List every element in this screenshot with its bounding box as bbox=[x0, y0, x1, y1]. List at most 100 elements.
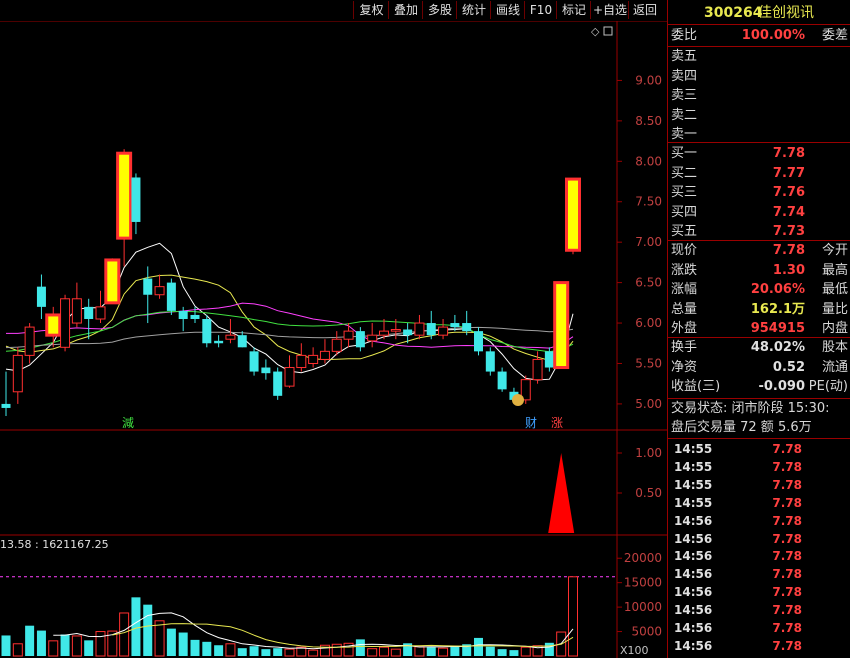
book-price: 7.73 bbox=[772, 224, 805, 240]
volume-bar-up bbox=[225, 643, 236, 657]
sells-row[interactable]: 卖三 bbox=[671, 87, 850, 105]
volume-bar-up bbox=[438, 647, 449, 657]
candle-body-up bbox=[308, 354, 319, 364]
indicator-tick-label: 0.50 bbox=[635, 486, 662, 500]
candle-body-up bbox=[438, 326, 449, 336]
stat-label: 外盘 bbox=[671, 321, 698, 337]
tick-row[interactable]: 14:56 7.78 bbox=[671, 583, 850, 601]
toolbar-button-3[interactable]: 统计 bbox=[456, 1, 491, 19]
tick-row[interactable]: 14:56 7.78 bbox=[671, 547, 850, 565]
price-tick-label: 8.50 bbox=[635, 114, 662, 128]
volume-bar-down bbox=[509, 650, 519, 656]
tick-row[interactable]: 14:56 7.78 bbox=[671, 565, 850, 583]
price-tick-label: 6.00 bbox=[635, 316, 662, 330]
tick-row[interactable]: 14:56 7.78 bbox=[671, 601, 850, 619]
tick-price: 7.78 bbox=[772, 603, 802, 618]
candle-body-up bbox=[296, 354, 307, 369]
kline-chart[interactable]: 9.00 8.50 8.00 7.50 7.00 6.50 6.00 5.50 5.00 減 财涨 ◇… bbox=[0, 0, 667, 658]
candle-body-up bbox=[331, 338, 342, 352]
tick-price: 7.78 bbox=[772, 477, 802, 492]
indicator-signal bbox=[548, 453, 575, 533]
candle-body-down bbox=[450, 323, 460, 328]
stats-row: 涨幅 20.06% 最低 bbox=[671, 281, 850, 299]
buys-row[interactable]: 买二 7.77 bbox=[671, 165, 850, 183]
volume-bar-down bbox=[426, 647, 436, 656]
price-tick-label: 6.50 bbox=[635, 276, 662, 290]
candle-body-down bbox=[462, 323, 472, 332]
volume-header: 13.58 : 1621167.25 bbox=[0, 538, 109, 551]
buys-row[interactable]: 买一 7.78 bbox=[671, 145, 850, 163]
tick-time: 14:56 bbox=[674, 585, 713, 600]
tick-price: 7.78 bbox=[772, 549, 802, 564]
volume-bar-up bbox=[308, 649, 319, 657]
candle-body-down bbox=[485, 351, 495, 372]
buys-row[interactable]: 买四 7.74 bbox=[671, 204, 850, 222]
tick-time: 14:56 bbox=[674, 603, 713, 618]
volume-bar-up bbox=[154, 620, 165, 657]
stat-label-2: 最低 bbox=[821, 282, 848, 298]
stat-label-2: 内盘 bbox=[821, 321, 848, 337]
sells-row[interactable]: 卖四 bbox=[671, 68, 850, 86]
tick-time: 14:55 bbox=[674, 442, 713, 456]
toolbar-button-8[interactable]: 返回 bbox=[628, 1, 661, 19]
stat-label-2: 量比 bbox=[821, 301, 848, 317]
kline-annotation: 涨 bbox=[551, 415, 563, 430]
tick-row[interactable]: 14:56 7.78 bbox=[671, 619, 850, 637]
stat-label: 总量 bbox=[671, 301, 698, 317]
toolbar-button-4[interactable]: 画线 bbox=[490, 1, 525, 19]
book-price: 7.78 bbox=[772, 146, 805, 161]
candle-body-down bbox=[474, 331, 483, 352]
tick-price: 7.78 bbox=[772, 585, 802, 600]
stat-label-2: 最高 bbox=[821, 262, 848, 278]
tick-row[interactable]: 14:55 7.78 bbox=[671, 476, 850, 494]
tick-price: 7.78 bbox=[772, 567, 802, 582]
candle-body-up bbox=[319, 350, 330, 360]
toolbar-button-1[interactable]: 叠加 bbox=[388, 1, 423, 19]
volume-bar-down bbox=[1, 635, 11, 656]
volume-unit-label: X100 bbox=[620, 644, 649, 657]
candle-body-up bbox=[532, 358, 543, 381]
tick-row[interactable]: 14:55 7.78 bbox=[671, 494, 850, 512]
buys-row[interactable]: 买三 7.76 bbox=[671, 184, 850, 202]
tick-row[interactable]: 14:56 7.78 bbox=[671, 530, 850, 548]
candle-body-limit-up bbox=[565, 177, 581, 252]
stat-label: 收益(三) bbox=[671, 379, 721, 395]
toolbar-button-2[interactable]: 多股 bbox=[422, 1, 457, 19]
sells-row[interactable]: 卖五 bbox=[671, 48, 850, 66]
buys-row[interactable]: 买五 7.73 bbox=[671, 223, 850, 241]
sells-row[interactable]: 卖二 bbox=[671, 107, 850, 125]
stat-label: 涨跌 bbox=[671, 262, 698, 278]
candle-body-down bbox=[214, 340, 224, 344]
volume-bar-down bbox=[497, 649, 507, 656]
ma-line-60 bbox=[5, 326, 574, 349]
volume-bar-down bbox=[143, 604, 153, 656]
tick-row[interactable]: 14:55 7.78 bbox=[671, 458, 850, 476]
toolbar-button-0[interactable]: 复权 bbox=[353, 1, 389, 19]
stat-label-2: 流通 bbox=[821, 359, 848, 375]
book-label: 买一 bbox=[671, 146, 698, 161]
tick-row[interactable]: 14:56 7.78 bbox=[671, 637, 850, 655]
candle-body-up bbox=[225, 334, 236, 340]
toolbar-button-7[interactable]: +自选 bbox=[590, 1, 629, 19]
price-tick-label: 8.00 bbox=[635, 154, 662, 168]
book-label: 买四 bbox=[671, 204, 698, 220]
volume-bar-up bbox=[48, 640, 59, 657]
book-label: 买五 bbox=[671, 224, 698, 240]
price-tick-label: 7.00 bbox=[635, 235, 662, 249]
volume-bar-down bbox=[131, 597, 141, 656]
candle-body-up bbox=[414, 322, 425, 336]
candle-body-limit-up bbox=[45, 313, 62, 337]
kline-annotation: 财 bbox=[525, 416, 537, 430]
stat-label-2: PE(动) bbox=[808, 379, 848, 395]
volume-bar-down bbox=[249, 646, 259, 656]
volume-bar-up bbox=[520, 646, 531, 657]
toolbar-button-5[interactable]: F10 bbox=[524, 1, 557, 19]
candle-body-up bbox=[379, 330, 389, 336]
toolbar-button-6[interactable]: 标记 bbox=[556, 1, 591, 19]
kline-annotation: 減 bbox=[122, 415, 134, 430]
volume-bar-down bbox=[261, 649, 271, 656]
price-tick-label: 7.50 bbox=[635, 195, 662, 209]
tick-row[interactable]: 14:56 7.78 bbox=[671, 512, 850, 530]
tick-row[interactable]: 14:55 7.78 bbox=[671, 440, 850, 458]
volume-bar-down bbox=[84, 640, 94, 656]
